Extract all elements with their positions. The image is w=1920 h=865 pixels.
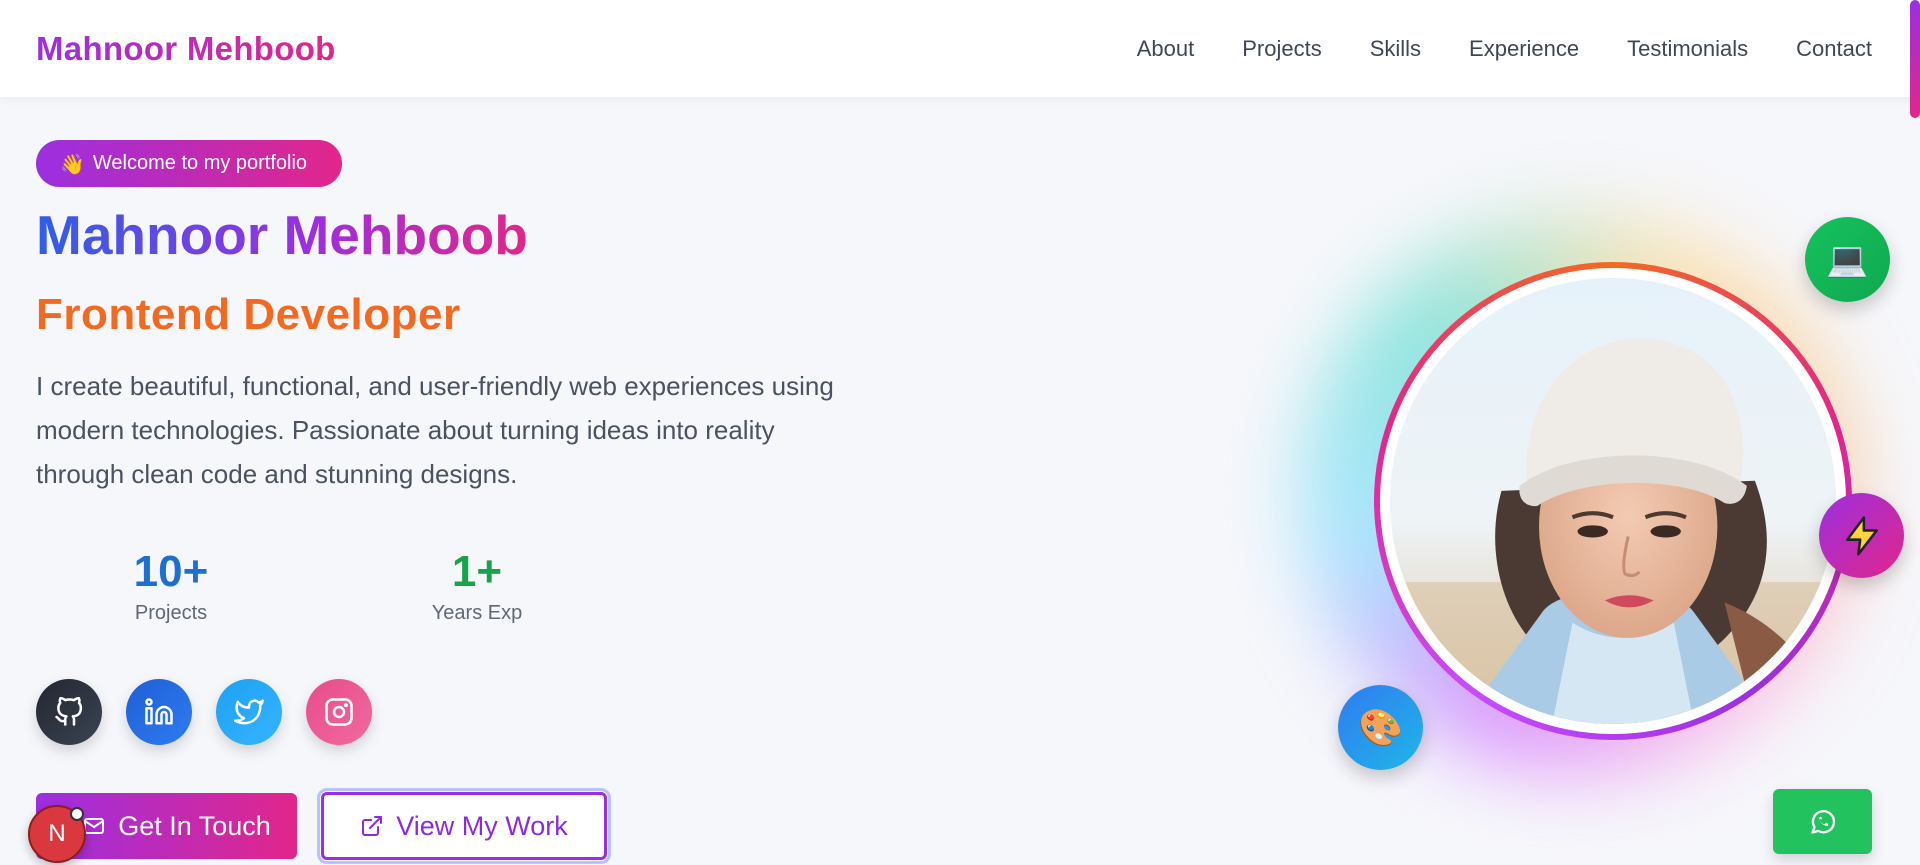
- twitter-icon: [234, 699, 264, 725]
- linkedin-link[interactable]: [126, 679, 192, 745]
- get-in-touch-label: Get In Touch: [118, 810, 271, 841]
- stat-experience-label: Years Exp: [431, 602, 523, 624]
- laptop-icon: 💻: [1826, 239, 1869, 280]
- external-link-icon: [362, 816, 383, 836]
- view-my-work-button[interactable]: View My Work: [317, 788, 611, 864]
- whatsapp-button[interactable]: [1773, 789, 1872, 854]
- nav-experience[interactable]: Experience: [1469, 36, 1579, 62]
- user-avatar[interactable]: N: [28, 805, 86, 863]
- welcome-badge-text: Welcome to my portfolio: [92, 152, 308, 174]
- stat-projects: 10+ Projects: [110, 546, 232, 625]
- view-my-work-label: View My Work: [396, 810, 568, 841]
- hero-description: I create beautiful, functional, and user…: [36, 371, 834, 489]
- whatsapp-icon: [1810, 809, 1835, 834]
- instagram-link[interactable]: [306, 679, 372, 745]
- nav-contact[interactable]: Contact: [1796, 36, 1872, 62]
- instagram-icon: [325, 698, 353, 726]
- stat-projects-value: 10+: [133, 547, 209, 596]
- notification-dot: [70, 807, 84, 821]
- github-icon: [55, 697, 83, 726]
- welcome-badge: 👋 Welcome to my portfolio: [36, 140, 342, 187]
- avatar-initial: N: [48, 820, 66, 847]
- waving-hand-icon: 👋: [60, 151, 85, 176]
- nav-skills[interactable]: Skills: [1370, 36, 1421, 62]
- stat-experience-value: 1+: [451, 547, 503, 596]
- palette-icon: 🎨: [1358, 707, 1403, 749]
- stat-experience: 1+ Years Exp: [412, 546, 542, 625]
- palette-badge: 🎨: [1338, 685, 1423, 770]
- profile-photo: [1390, 278, 1836, 724]
- laptop-badge: 💻: [1805, 217, 1890, 302]
- scrollbar-thumb[interactable]: [1910, 0, 1920, 118]
- portrait-illustration: [1390, 278, 1836, 724]
- lightning-icon: [1845, 515, 1878, 556]
- lightning-badge: [1819, 493, 1904, 578]
- profile-photo-ring: [1374, 262, 1852, 740]
- nav-about[interactable]: About: [1137, 36, 1195, 62]
- main-nav: About Projects Skills Experience Testimo…: [1137, 36, 1872, 62]
- github-link[interactable]: [36, 679, 102, 745]
- hero-name: Mahnoor Mehboob: [36, 200, 528, 270]
- social-links: [36, 679, 372, 745]
- stat-projects-label: Projects: [134, 602, 208, 624]
- scrollbar[interactable]: [1910, 0, 1920, 865]
- hero-role: Frontend Developer: [36, 290, 461, 339]
- nav-testimonials[interactable]: Testimonials: [1627, 36, 1748, 62]
- top-navbar: Mahnoor Mehboob About Projects Skills Ex…: [0, 0, 1920, 97]
- linkedin-icon: [145, 698, 173, 725]
- twitter-link[interactable]: [216, 679, 282, 745]
- brand-logo[interactable]: Mahnoor Mehboob: [36, 30, 336, 68]
- profile-photo-frame: [1380, 268, 1846, 734]
- nav-projects[interactable]: Projects: [1242, 36, 1321, 62]
- page: Mahnoor Mehboob About Projects Skills Ex…: [0, 0, 1920, 865]
